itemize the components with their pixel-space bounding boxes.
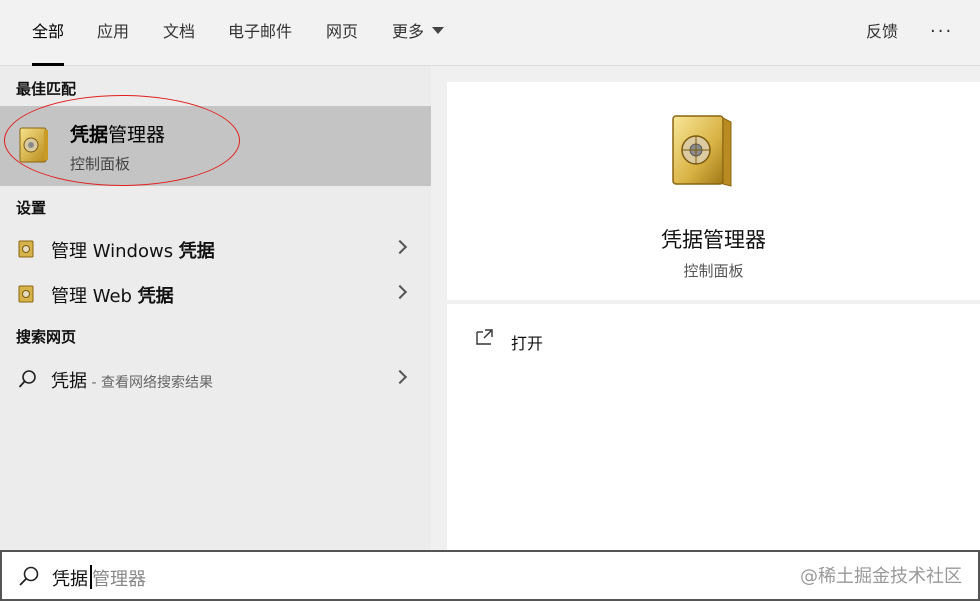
tab-apps-label: 应用 [97, 22, 130, 41]
search-input[interactable]: 凭据 管理器 @稀土掘金技术社区 [0, 550, 980, 601]
preview-card: 凭据管理器 控制面板 [447, 82, 980, 300]
open-label: 打开 [511, 334, 544, 353]
tab-more-label: 更多 [392, 22, 425, 41]
tab-all[interactable]: 全部 [32, 0, 65, 66]
web-search-query: 凭据 [51, 371, 87, 392]
settings-item-label-bold: 凭据 [178, 241, 215, 262]
preview-title: 凭据管理器 [661, 228, 766, 252]
tab-all-label: 全部 [32, 22, 65, 41]
search-icon [18, 369, 38, 393]
safe-icon [669, 112, 735, 194]
tab-documents-label: 文档 [163, 22, 196, 41]
web-search-result[interactable]: 凭据 - 查看网络搜索结果 [0, 357, 431, 401]
tab-apps[interactable]: 应用 [97, 0, 129, 66]
settings-heading: 设置 [16, 199, 47, 217]
settings-item-label: 管理 Windows 凭据 [51, 237, 215, 263]
web-search-label: 凭据 - 查看网络搜索结果 [51, 367, 213, 393]
web-search-hint: - 查看网络搜索结果 [87, 375, 213, 391]
chevron-right-icon [392, 284, 408, 300]
tab-web-label: 网页 [326, 22, 359, 41]
open-external-icon [475, 328, 495, 350]
preview-subtitle: 控制面板 [683, 262, 744, 280]
settings-item-windows-credentials[interactable]: 管理 Windows 凭据 [0, 227, 431, 271]
credential-icon [18, 285, 34, 307]
search-filter-bar: 全部 应用 文档 电子邮件 网页 更多 反馈 ··· [0, 0, 980, 66]
web-search-heading: 搜索网页 [16, 328, 77, 346]
tab-web[interactable]: 网页 [326, 0, 358, 66]
chevron-down-icon [432, 27, 445, 34]
actions-panel: 打开 [447, 304, 980, 550]
tab-documents[interactable]: 文档 [163, 0, 195, 66]
preview-panel: 凭据管理器 控制面板 打开 [431, 66, 980, 550]
tab-email[interactable]: 电子邮件 [228, 0, 292, 66]
best-match-heading: 最佳匹配 [16, 80, 77, 98]
settings-item-web-credentials[interactable]: 管理 Web 凭据 [0, 272, 431, 316]
search-autocomplete: 管理器 [92, 569, 146, 590]
settings-item-label: 管理 Web 凭据 [51, 282, 174, 308]
more-options-button[interactable]: ··· [930, 0, 953, 66]
credential-icon [18, 240, 34, 262]
results-panel: 最佳匹配 凭据管理器 控制面板 设置 管理 Windows 凭据 管理 Web … [0, 66, 431, 550]
watermark: @稀土掘金技术社区 [800, 566, 962, 587]
search-icon [18, 565, 40, 591]
chevron-right-icon [392, 369, 408, 385]
feedback-label: 反馈 [866, 22, 899, 41]
search-typed-text: 凭据 [52, 569, 88, 590]
feedback-button[interactable]: 反馈 [866, 0, 898, 66]
settings-item-label-text: 管理 Windows [51, 241, 179, 262]
tab-email-label: 电子邮件 [228, 22, 293, 41]
settings-item-label-bold: 凭据 [137, 286, 174, 307]
annotation-circle [4, 95, 240, 186]
more-options-icon: ··· [930, 21, 954, 42]
tab-more[interactable]: 更多 [392, 0, 445, 66]
settings-item-label-text: 管理 Web [51, 286, 138, 307]
chevron-right-icon [392, 239, 408, 255]
